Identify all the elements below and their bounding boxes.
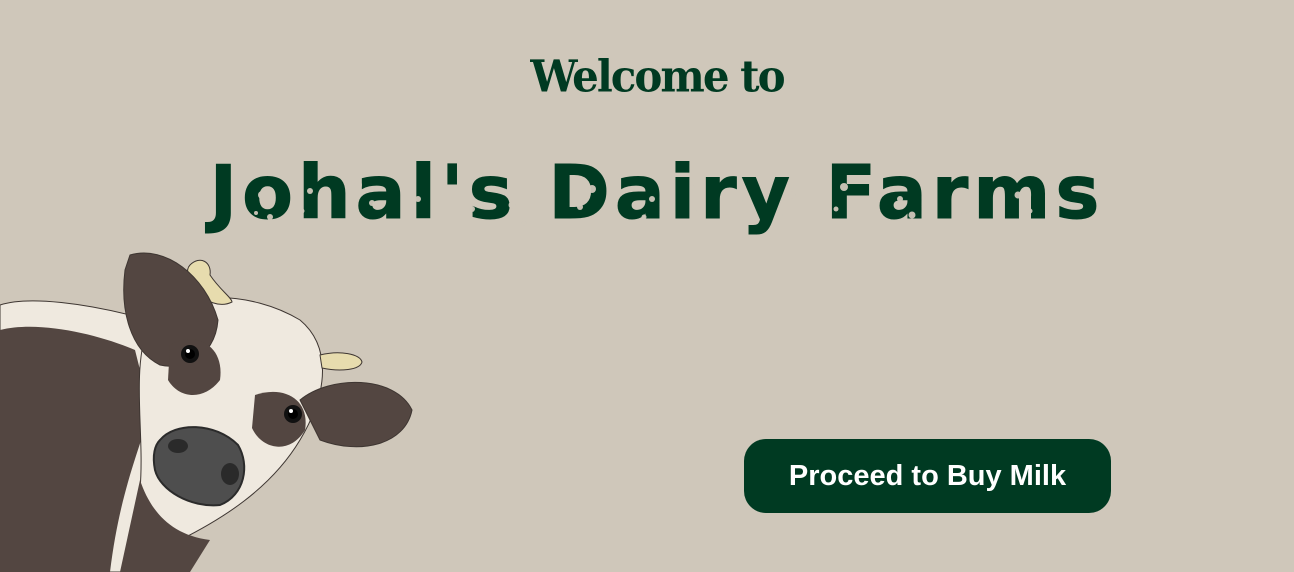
proceed-to-buy-milk-button[interactable]: Proceed to Buy Milk bbox=[744, 439, 1111, 513]
landing-page: Welcome to Johal's Dairy Farms Proceed t… bbox=[0, 0, 1294, 572]
farm-title: Johal's Dairy Farms bbox=[209, 150, 1105, 237]
cow-illustration-icon bbox=[0, 252, 413, 572]
welcome-heading: Welcome to bbox=[530, 50, 785, 103]
